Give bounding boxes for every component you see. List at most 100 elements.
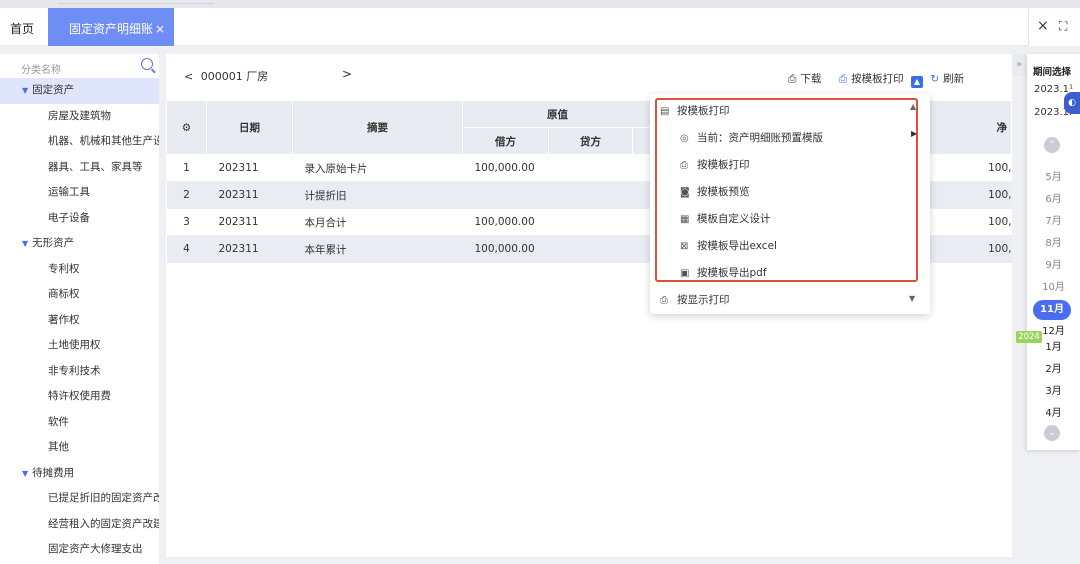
month-item[interactable]: 3月 bbox=[1027, 382, 1080, 397]
template-icon: ▤ bbox=[660, 106, 670, 117]
settings-icon[interactable]: ⚙ bbox=[166, 100, 207, 155]
month-item[interactable]: 6月 bbox=[1027, 190, 1080, 205]
menu-item-export-pdf[interactable]: ▣ 按模板导出pdf bbox=[680, 265, 767, 280]
current-template-label: 当前：资产明细账预置模版 bbox=[697, 132, 823, 144]
sidebar-item[interactable]: 特许权使用费 bbox=[0, 384, 159, 410]
sidebar-item[interactable]: 著作权 bbox=[0, 308, 159, 334]
display-print-icon: ⎙ bbox=[660, 295, 668, 306]
cell-debit bbox=[462, 181, 549, 209]
tab-home[interactable]: 首页 bbox=[10, 20, 34, 37]
expand-panel-icon[interactable]: » bbox=[1012, 54, 1026, 76]
sidebar-item[interactable]: ▼ 固定资产 bbox=[0, 78, 159, 104]
next-button[interactable]: > bbox=[342, 67, 352, 81]
design-icon: ▦ bbox=[680, 214, 690, 225]
month-item[interactable]: 5月 bbox=[1027, 168, 1080, 183]
asset-name: 000001 厂房 bbox=[200, 70, 269, 83]
print-icon[interactable]: ⎙ bbox=[839, 73, 847, 85]
top-divider bbox=[58, 0, 214, 4]
close-icon[interactable]: × bbox=[1037, 18, 1049, 34]
expand-caret-icon[interactable]: ▼ bbox=[22, 469, 28, 478]
menu-item-label: 按模板导出excel bbox=[697, 240, 777, 252]
year-badge: 2024 bbox=[1016, 331, 1042, 343]
col-original: 原值 bbox=[462, 100, 653, 128]
month-item[interactable]: 11月 bbox=[1033, 300, 1071, 320]
month-item[interactable]: 7月 bbox=[1027, 212, 1080, 227]
sidebar-item[interactable]: 其他 bbox=[0, 435, 159, 461]
pdf-icon: ▣ bbox=[680, 268, 690, 279]
download-button[interactable]: 下载 bbox=[800, 73, 821, 85]
sidebar-item[interactable]: 电子设备 bbox=[0, 206, 159, 232]
col-date: 日期 bbox=[206, 100, 293, 155]
chevron-down-icon[interactable]: ▼ bbox=[909, 294, 915, 303]
display-print-item[interactable]: ⎙ 按显示打印 bbox=[660, 292, 730, 307]
menu-item-label: 按模板预览 bbox=[697, 186, 750, 198]
assistant-icon[interactable]: ◐ bbox=[1064, 92, 1080, 114]
cell-debit: 100,000.00 bbox=[462, 154, 549, 182]
collapse-up-icon[interactable]: ▲ bbox=[911, 76, 923, 88]
sidebar-item-label: 机器、机械和其他生产设 bbox=[48, 135, 159, 147]
fullscreen-icon[interactable]: ⛶ bbox=[1059, 19, 1067, 34]
sidebar-item[interactable]: 软件 bbox=[0, 410, 159, 436]
cell-debit: 100,000.00 bbox=[462, 208, 549, 236]
sidebar-item[interactable]: ▼ 待摊费用 bbox=[0, 461, 159, 487]
menu-item-label: 按模板打印 bbox=[697, 159, 750, 171]
tab-bar: 首页 固定资产明细账 × × ⛶ bbox=[0, 8, 1080, 46]
sidebar-item[interactable]: 非专利技术 bbox=[0, 359, 159, 385]
cell-summary: 计提折旧 bbox=[292, 181, 463, 209]
download-icon[interactable]: ⎙ bbox=[788, 73, 796, 85]
refresh-icon[interactable]: ↻ bbox=[930, 73, 939, 85]
dropdown-header[interactable]: ▤ 按模板打印 bbox=[660, 103, 730, 118]
sidebar-item[interactable]: 固定资产大修理支出 bbox=[0, 537, 159, 563]
menu-item-label: 模板自定义设计 bbox=[697, 213, 771, 225]
menu-item-template-print[interactable]: ⎙ 按模板打印 bbox=[680, 157, 750, 172]
sidebar-item[interactable]: 运输工具 bbox=[0, 180, 159, 206]
scroll-down-icon[interactable]: ⌄ bbox=[1044, 425, 1060, 441]
sidebar-item-label: 著作权 bbox=[48, 313, 80, 326]
sidebar-item[interactable]: 土地使用权 bbox=[0, 333, 159, 359]
category-sidebar: 分类名称 ▼ 固定资产 房屋及建筑物机器、机械和其他生产设器具、工具、家具等 运输工具… bbox=[0, 54, 160, 564]
current-template-item[interactable]: ◎ 当前：资产明细账预置模版 bbox=[680, 130, 823, 145]
top-strip bbox=[0, 0, 1080, 8]
sidebar-item-label: 其他 bbox=[48, 441, 69, 453]
menu-item-template-design[interactable]: ▦ 模板自定义设计 bbox=[680, 211, 771, 226]
month-item[interactable]: 8月 bbox=[1027, 234, 1080, 249]
chevron-up-icon[interactable]: ▲ bbox=[910, 102, 916, 111]
scroll-up-icon[interactable]: ⌃ bbox=[1044, 137, 1060, 153]
search-input[interactable]: 分类名称 bbox=[21, 65, 61, 76]
sidebar-item[interactable]: 商标权 bbox=[0, 282, 159, 308]
month-item[interactable]: 10月 bbox=[1027, 278, 1080, 293]
category-tree: ▼ 固定资产 房屋及建筑物 机器、机械和其他生产设 器具、工具、家具等 运输工具 电子设备 ▼… bbox=[0, 78, 159, 563]
menu-item-export-excel[interactable]: ⊠ 按模板导出excel bbox=[680, 238, 777, 253]
preview-icon: ◙ bbox=[680, 187, 690, 198]
expand-caret-icon[interactable]: ▼ bbox=[22, 239, 28, 248]
sidebar-item[interactable]: 房屋及建筑物 bbox=[0, 104, 159, 130]
sidebar-item-label: 商标权 bbox=[48, 288, 80, 300]
month-item[interactable]: 2月 bbox=[1027, 360, 1080, 375]
sidebar-item[interactable]: 经营租入的固定资产改建 bbox=[0, 512, 159, 538]
month-item[interactable]: 4月 bbox=[1027, 404, 1080, 419]
sidebar-item[interactable]: 器具、工具、家具等 bbox=[0, 155, 159, 181]
cell-summary: 本月合计 bbox=[292, 208, 463, 236]
breadcrumb: < 000001 厂房 bbox=[184, 68, 268, 84]
cell-empty bbox=[548, 181, 633, 209]
sidebar-item[interactable]: 专利权 bbox=[0, 257, 159, 283]
tab-fixed-asset-ledger[interactable]: 固定资产明细账 × bbox=[48, 8, 174, 46]
sidebar-search[interactable]: 分类名称 bbox=[0, 54, 159, 78]
cell-empty bbox=[548, 208, 633, 236]
sidebar-item[interactable]: ▼ 无形资产 bbox=[0, 231, 159, 257]
sidebar-item[interactable]: 已提足折旧的固定资产改 bbox=[0, 486, 159, 512]
tab-close-icon[interactable]: × bbox=[155, 22, 165, 36]
template-print-button[interactable]: 按模板打印 bbox=[851, 73, 904, 85]
month-item[interactable]: 9月 bbox=[1027, 256, 1080, 271]
expand-caret-icon[interactable]: ▼ bbox=[22, 86, 28, 95]
menu-item-template-preview[interactable]: ◙ 按模板预览 bbox=[680, 184, 750, 199]
sidebar-item[interactable]: 机器、机械和其他生产设 bbox=[0, 129, 159, 155]
refresh-button[interactable]: 刷新 bbox=[943, 73, 964, 85]
search-icon[interactable] bbox=[141, 58, 153, 70]
cell-date: 202311 bbox=[206, 208, 293, 236]
sidebar-item-label: 已提足折旧的固定资产改 bbox=[48, 492, 159, 504]
prev-button[interactable]: < bbox=[184, 70, 193, 83]
col-debit: 借方 bbox=[462, 127, 549, 155]
period-title: 期间选择 bbox=[1033, 67, 1072, 78]
printer-icon: ⎙ bbox=[680, 160, 688, 171]
